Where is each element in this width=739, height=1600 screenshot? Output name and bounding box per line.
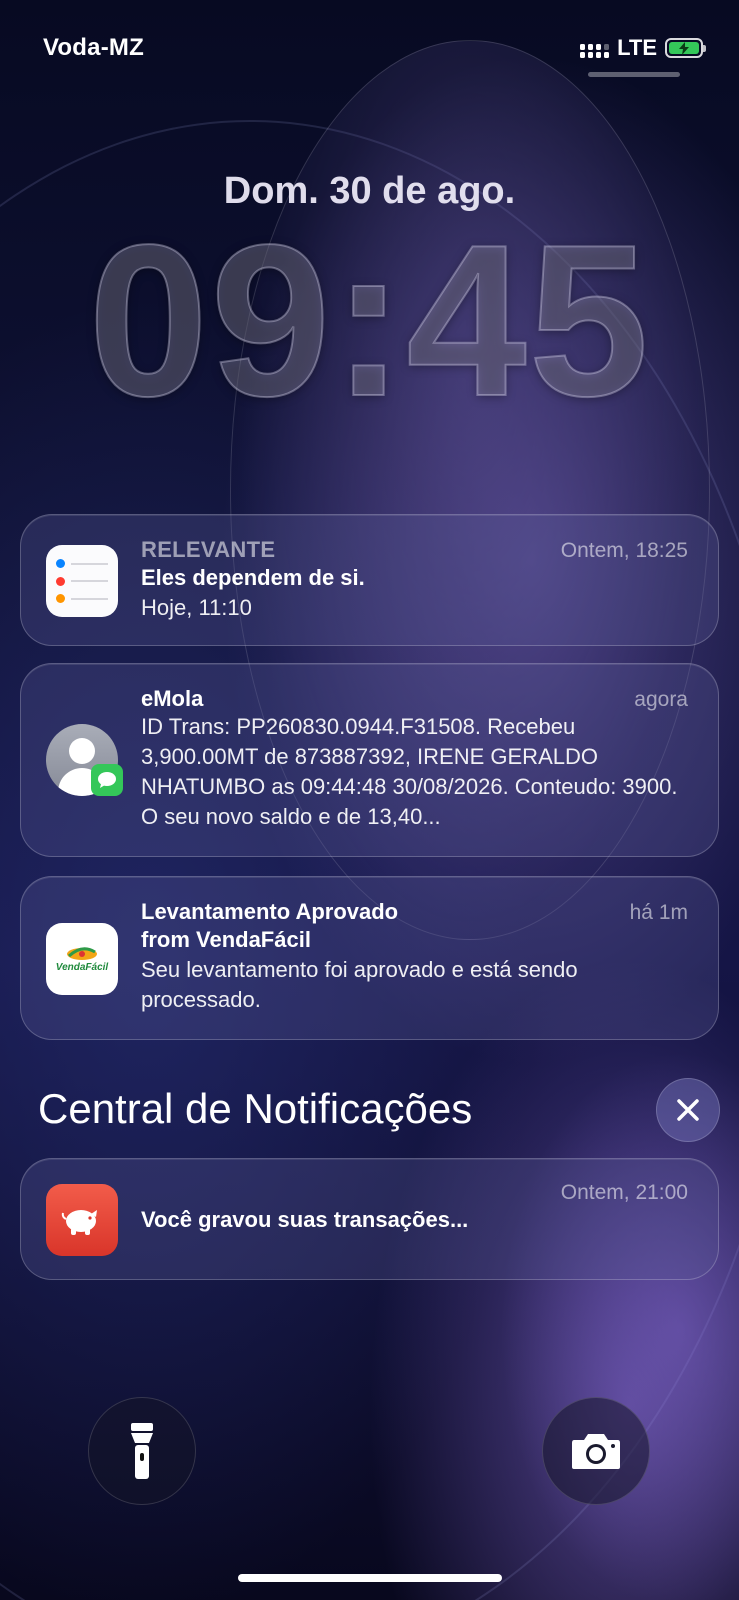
notification-center-item[interactable]: Ontem, 21:00 Você gravou suas transações… xyxy=(20,1158,719,1280)
notification-app-name: eMola xyxy=(141,686,204,711)
notification-vendafacil[interactable]: VendaFácil Levantamento Aprovado há 1m f… xyxy=(20,876,719,1040)
vendafacil-logo-text: VendaFácil xyxy=(55,961,109,973)
notification-center-title: Central de Notificações xyxy=(38,1085,473,1132)
lock-screen-clock: 09:45 xyxy=(87,199,651,441)
notification-content: RELEVANTE Ontem, 18:25 Eles dependem de … xyxy=(141,537,688,623)
notification-time: Ontem, 21:00 xyxy=(560,1181,688,1204)
notification-content: Levantamento Aprovado há 1m from VendaFá… xyxy=(141,899,688,1015)
close-icon[interactable] xyxy=(656,1078,720,1142)
notification-reminders[interactable]: RELEVANTE Ontem, 18:25 Eles dependem de … xyxy=(20,514,719,646)
camera-icon xyxy=(572,1434,620,1469)
notification-message: Hoje, 11:10 xyxy=(141,595,252,620)
notification-title: Você gravou suas transações... xyxy=(141,1207,469,1232)
reminders-icon xyxy=(46,545,118,617)
home-indicator[interactable] xyxy=(238,1574,502,1582)
status-indicators: LTE xyxy=(580,35,706,61)
flashlight-icon xyxy=(131,1423,153,1479)
camera-button[interactable] xyxy=(542,1397,650,1505)
notification-time: Ontem, 18:25 xyxy=(560,539,688,562)
piggy-bank-icon xyxy=(46,1184,118,1256)
messages-icon xyxy=(91,764,123,796)
signal-strength-icon xyxy=(580,38,610,58)
notification-title: Levantamento Aprovado xyxy=(141,899,399,924)
battery-charging-icon xyxy=(665,38,706,58)
control-center-handle[interactable] xyxy=(588,72,680,77)
notification-app-name: RELEVANTE xyxy=(141,537,276,562)
carrier-name: Voda-MZ xyxy=(43,34,144,61)
notification-time: agora xyxy=(634,688,688,711)
notification-title: Eles dependem de si. xyxy=(141,565,365,590)
network-type: LTE xyxy=(617,35,657,60)
notification-message: ID Trans: PP260830.0944.F31508. Recebeu … xyxy=(141,714,678,829)
notification-message: Seu levantamento foi aprovado e está sen… xyxy=(141,957,578,1012)
notification-time: há 1m xyxy=(629,901,688,924)
vendafacil-logo-icon: VendaFácil xyxy=(46,923,118,995)
status-bar: Voda-MZ LTE xyxy=(43,30,706,66)
notification-subtitle: from VendaFácil xyxy=(141,927,311,952)
notification-emola[interactable]: eMola agora ID Trans: PP260830.0944.F315… xyxy=(20,663,719,857)
notification-content: eMola agora ID Trans: PP260830.0944.F315… xyxy=(141,686,688,832)
flashlight-button[interactable] xyxy=(88,1397,196,1505)
notification-content: Ontem, 21:00 Você gravou suas transações… xyxy=(141,1181,688,1235)
